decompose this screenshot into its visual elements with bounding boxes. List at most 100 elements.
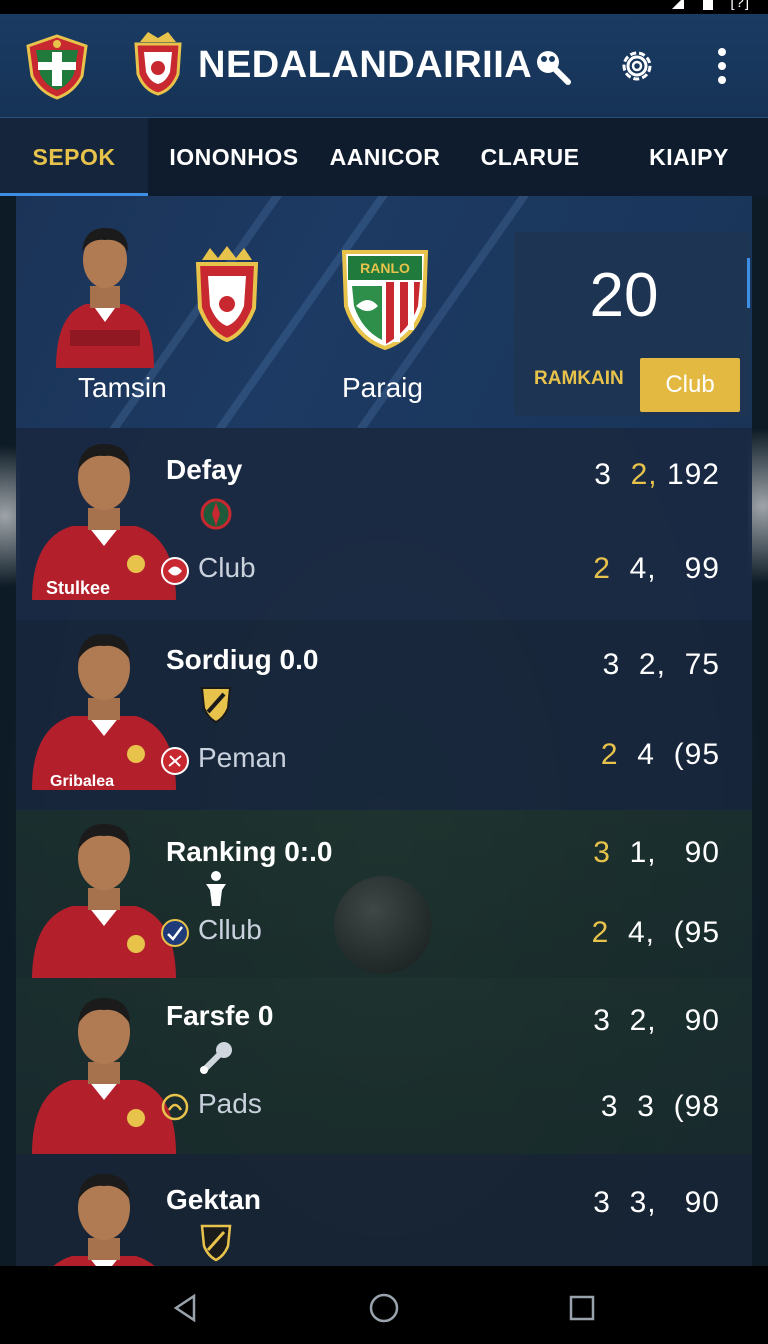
club-badge-icon (161, 747, 189, 775)
player-name: Gektan (166, 1184, 261, 1215)
settings-button[interactable] (615, 44, 659, 88)
home-player-avatar[interactable] (50, 218, 160, 368)
club-badge-icon (161, 919, 189, 947)
list-item[interactable]: Gribalea Sordiug 0.0 Peman 3 2, 75 2 4 (… (16, 620, 752, 810)
club-crest-icon[interactable] (22, 32, 92, 102)
club-badge-icon (161, 557, 189, 585)
stat-value: 99 (684, 552, 720, 585)
stat-value: (95 (673, 916, 720, 949)
stat-value: 90 (684, 1004, 720, 1037)
stat-value: 3 (593, 836, 611, 869)
tab-aanicor[interactable]: AANICOR (320, 118, 450, 196)
content-area[interactable]: Tamsin RANLO Paraig 20 RAMKAIN Club Stul… (0, 196, 768, 1266)
stat-value: 3 (600, 1090, 619, 1123)
player-avatar (32, 998, 176, 1154)
club-button[interactable]: Club (640, 358, 740, 412)
player-stat-bottom: 3 3 (98 (601, 1090, 720, 1124)
list-item[interactable]: Gektan 3 3, 90 (16, 1154, 752, 1266)
home-team-name: Tamsin (78, 372, 167, 403)
player-stat-bottom: 2 4, 99 (593, 552, 720, 586)
stat-value: 4 (637, 738, 655, 771)
stat-value: 192 (666, 458, 720, 491)
status-bar: [?] (0, 0, 768, 14)
system-nav-bar (0, 1266, 768, 1344)
scroll-indicator[interactable] (747, 258, 750, 308)
stat-value: 4, (629, 552, 657, 585)
stat-value: 1, (629, 836, 657, 869)
stat-value: (95 (673, 738, 720, 771)
signal-icon (672, 0, 685, 9)
jersey-text: Stulkee (46, 578, 110, 598)
tab-bar: SEPOK IONONHOS AANICOR CLARUE KIAIPY (0, 118, 768, 196)
player-stat-top: 3 2, 192 (594, 458, 720, 492)
away-team-name: Paraig (342, 372, 423, 403)
stat-value: 2, (629, 1004, 657, 1037)
away-crest-text: RANLO (360, 260, 410, 276)
status-time: [?] (730, 0, 750, 11)
away-crest-icon: RANLO (341, 250, 429, 351)
tab-iononhos[interactable]: IONONHOS (148, 118, 320, 196)
shield-emblem-icon (200, 687, 232, 724)
club-badge-icon (161, 1093, 189, 1121)
stat-value: 3 (602, 648, 621, 681)
tab-sepok[interactable]: SEPOK (0, 118, 148, 196)
stat-value: 2, (630, 458, 658, 491)
battery-icon (703, 0, 714, 10)
stat-value: 90 (684, 1186, 720, 1219)
player-avatar (32, 824, 176, 978)
stat-value: 75 (684, 648, 720, 681)
club-emblem-icon (200, 498, 232, 530)
player-club: Peman (198, 742, 287, 773)
jersey-text: Gribalea (50, 773, 114, 790)
stat-value: 2, (638, 648, 666, 681)
player-stat-top: 3 2, 90 (593, 1004, 720, 1038)
player-club: Pads (198, 1088, 262, 1119)
stat-value: 90 (684, 836, 720, 869)
more-button[interactable] (700, 44, 744, 88)
app-title: NEDALANDAIRIIA (198, 44, 533, 86)
shield-emblem-icon (200, 1224, 232, 1262)
home-crest-icon (195, 246, 259, 343)
stat-value: 4, (627, 916, 655, 949)
whistle-icon (200, 1042, 232, 1074)
football-image (334, 876, 432, 974)
list-item[interactable]: Farsfe 0 Pads 3 2, 90 3 3 (98 (16, 978, 752, 1154)
crest-icon (134, 32, 182, 96)
player-stat-top: 3 2, 75 (603, 648, 720, 682)
player-avatar (53, 1174, 155, 1266)
stat-value: 3 (593, 1186, 611, 1219)
more-vertical-icon (718, 48, 726, 84)
player-stat-top: 3 1, 90 (593, 836, 720, 870)
recent-apps-icon[interactable] (566, 1292, 598, 1324)
stat-value: 2 (591, 916, 610, 949)
search-button[interactable] (530, 44, 574, 88)
player-figure-icon (206, 871, 226, 906)
tab-clarue[interactable]: CLARUE (450, 118, 610, 196)
player-name: Defay (166, 454, 243, 485)
gear-icon (622, 51, 652, 81)
player-stat-bottom: 2 4 (95 (601, 738, 720, 772)
tab-kiaipy[interactable]: KIAIPY (610, 118, 768, 196)
player-club: Club (198, 552, 256, 583)
back-icon[interactable] (170, 1292, 202, 1324)
score-label: RAMKAIN (534, 368, 624, 389)
list-item[interactable]: Stulkee Defay Club 3 2, 192 2 4, 99 (16, 428, 752, 620)
player-club: Cllub (198, 914, 262, 945)
player-stat-top: 3 3, 90 (593, 1186, 720, 1220)
score-value: 20 (589, 261, 659, 330)
stat-value: 2 (600, 738, 619, 771)
player-avatar: Stulkee (32, 444, 176, 600)
stat-value: 3 (593, 1004, 611, 1037)
player-stat-bottom: 2 4, (95 (592, 916, 720, 950)
stat-value: 3, (629, 1186, 657, 1219)
player-name: Sordiug 0.0 (166, 644, 319, 675)
app-bar: NEDALANDAIRIIA (0, 14, 768, 118)
match-card[interactable]: Tamsin RANLO Paraig 20 RAMKAIN Club (16, 196, 752, 428)
player-avatar: Gribalea (32, 634, 176, 790)
stat-value: 2 (593, 552, 611, 585)
home-icon[interactable] (368, 1292, 400, 1324)
player-name: Farsfe 0 (166, 1000, 274, 1031)
stat-value: (98 (673, 1090, 720, 1123)
stat-value: 3 (594, 458, 612, 491)
status-icons: [?] (670, 0, 750, 11)
